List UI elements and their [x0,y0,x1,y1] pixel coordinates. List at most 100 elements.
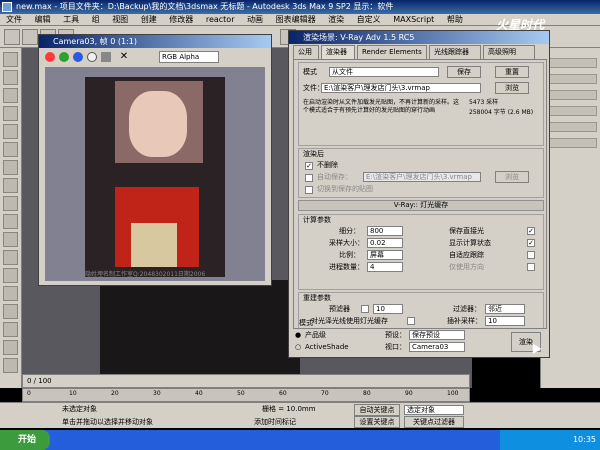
tool-icon[interactable] [3,88,18,103]
tool-icon[interactable] [3,214,18,229]
tab-renderer[interactable]: 渲染器 [321,45,355,59]
menu-reactor[interactable]: reactor [206,15,235,24]
panel-row[interactable] [545,138,597,148]
redo-icon[interactable] [22,29,38,45]
use-dirs-checkbox[interactable] [527,263,535,271]
auto-save-label: 自动保存： [317,173,352,181]
panel-row[interactable] [545,90,597,100]
filter-select[interactable]: 邻近 [485,304,525,314]
add-time-tag[interactable]: 添加时间标记 [254,418,296,427]
menu-animation[interactable]: 动画 [247,15,263,24]
tool-icon[interactable] [3,70,18,85]
tool-icon[interactable] [3,196,18,211]
browse-button[interactable]: 浏览 [495,82,529,94]
set-key-button[interactable]: 设置关键点 [354,416,400,428]
subdivs-field[interactable]: 800 [367,226,403,236]
menu-maxscript[interactable]: MAXScript [393,15,434,24]
time-slider[interactable]: 0 / 100 [22,374,470,388]
tool-icon[interactable] [3,142,18,157]
undo-icon[interactable] [4,29,20,45]
tool-icon[interactable] [3,358,18,373]
key-filters-button[interactable]: 关键点过滤器 [404,416,464,428]
map-stats-samples: 5473 采样 [469,99,499,106]
blue-channel-icon[interactable] [73,52,83,62]
menu-tools[interactable]: 工具 [63,15,79,24]
tool-icon[interactable] [3,322,18,337]
lightcache-rollout-header[interactable]: V-Ray:: 灯光缓存 [298,200,544,211]
switch-saved-checkbox[interactable] [305,186,313,194]
clear-icon[interactable]: ✕ [119,52,129,62]
tool-icon[interactable] [3,106,18,121]
tool-icon[interactable] [3,340,18,355]
prefilter-checkbox[interactable] [361,305,369,313]
reset-button[interactable]: 重置 [495,66,529,78]
menu-help[interactable]: 帮助 [447,15,463,24]
file-path-field[interactable]: E:\渲染客户\理发店门头\3.vrmap [321,83,481,93]
max-app-icon [2,2,12,12]
tab-raytracer[interactable]: 光线跟踪器 [429,45,481,59]
mode-select[interactable]: 从文件 [329,67,439,77]
panel-row[interactable] [545,58,597,68]
mono-icon[interactable] [101,52,111,62]
tool-icon[interactable] [3,268,18,283]
tab-render-elements[interactable]: Render Elements [357,45,427,59]
menu-file[interactable]: 文件 [6,15,22,24]
passes-field[interactable]: 4 [367,262,403,272]
subdivs-label: 细分： [339,227,360,235]
tool-icon[interactable] [3,178,18,193]
tool-icon[interactable] [3,304,18,319]
red-channel-icon[interactable] [45,52,55,62]
store-direct-label: 保存直接光 [449,227,484,235]
tool-icon[interactable] [3,286,18,301]
green-channel-icon[interactable] [59,52,69,62]
start-button[interactable]: 开始 [0,430,50,450]
tab-common[interactable]: 公用 [293,45,319,59]
adaptive-track-checkbox[interactable] [527,251,535,259]
track-bar[interactable]: 0 10 20 30 40 50 60 70 80 90 100 [22,388,470,402]
auto-save-checkbox[interactable] [305,174,313,182]
tool-icon[interactable] [3,232,18,247]
tool-icon[interactable] [3,160,18,175]
selection-sets-select[interactable]: 选定对象 [404,405,464,415]
sample-size-field[interactable]: 0.02 [367,238,403,248]
left-toolbar [0,48,22,388]
viewport-label: 视口： [385,343,406,351]
production-radio[interactable]: ● [295,331,301,340]
panel-row[interactable] [545,74,597,84]
menu-modifiers[interactable]: 修改器 [169,15,193,24]
preset-select[interactable]: 保存预设 [409,330,465,340]
panel-row[interactable] [545,122,597,132]
tool-icon[interactable] [3,124,18,139]
activeshade-radio[interactable]: ○ [295,343,301,352]
save-button[interactable]: 保存 [447,66,481,78]
interp-field[interactable]: 10 [485,316,525,326]
viewport-select[interactable]: Camera03 [409,342,465,352]
show-calc-label: 显示计算状态 [449,239,491,247]
tick-label: 60 [279,390,287,397]
panel-row[interactable] [545,106,597,116]
menu-rendering[interactable]: 渲染 [328,15,344,24]
no-delete-checkbox[interactable]: ✓ [305,162,313,170]
tab-advanced-lighting[interactable]: 高级照明 [483,45,535,59]
auto-save-path[interactable]: E:\渲染客户\理发店门头\3.vrmap [363,172,481,182]
menu-edit[interactable]: 编辑 [35,15,51,24]
show-calc-checkbox[interactable]: ✓ [527,239,535,247]
browse-button-2[interactable]: 浏览 [495,171,529,183]
tool-icon[interactable] [3,250,18,265]
use-lightcache-checkbox[interactable] [407,317,415,325]
tool-icon[interactable] [3,52,18,67]
menu-graph-editors[interactable]: 图表编辑器 [276,15,316,24]
store-direct-checkbox[interactable]: ✓ [527,227,535,235]
prefilter-field[interactable]: 10 [373,304,403,314]
auto-key-button[interactable]: 自动关键点 [354,404,400,416]
alpha-channel-icon[interactable] [87,52,97,62]
menu-customize[interactable]: 自定义 [357,15,381,24]
channel-select[interactable]: RGB Alpha [159,51,219,63]
scale-select[interactable]: 屏幕 [367,250,403,260]
menu-group[interactable]: 组 [92,15,100,24]
tick-label: 70 [321,390,329,397]
menu-create[interactable]: 创建 [141,15,157,24]
rendered-image [85,77,225,277]
after-render-group: 渲染后 ✓ 不删除 自动保存： E:\渲染客户\理发店门头\3.vrmap 浏览… [298,148,544,198]
menu-views[interactable]: 视图 [112,15,128,24]
